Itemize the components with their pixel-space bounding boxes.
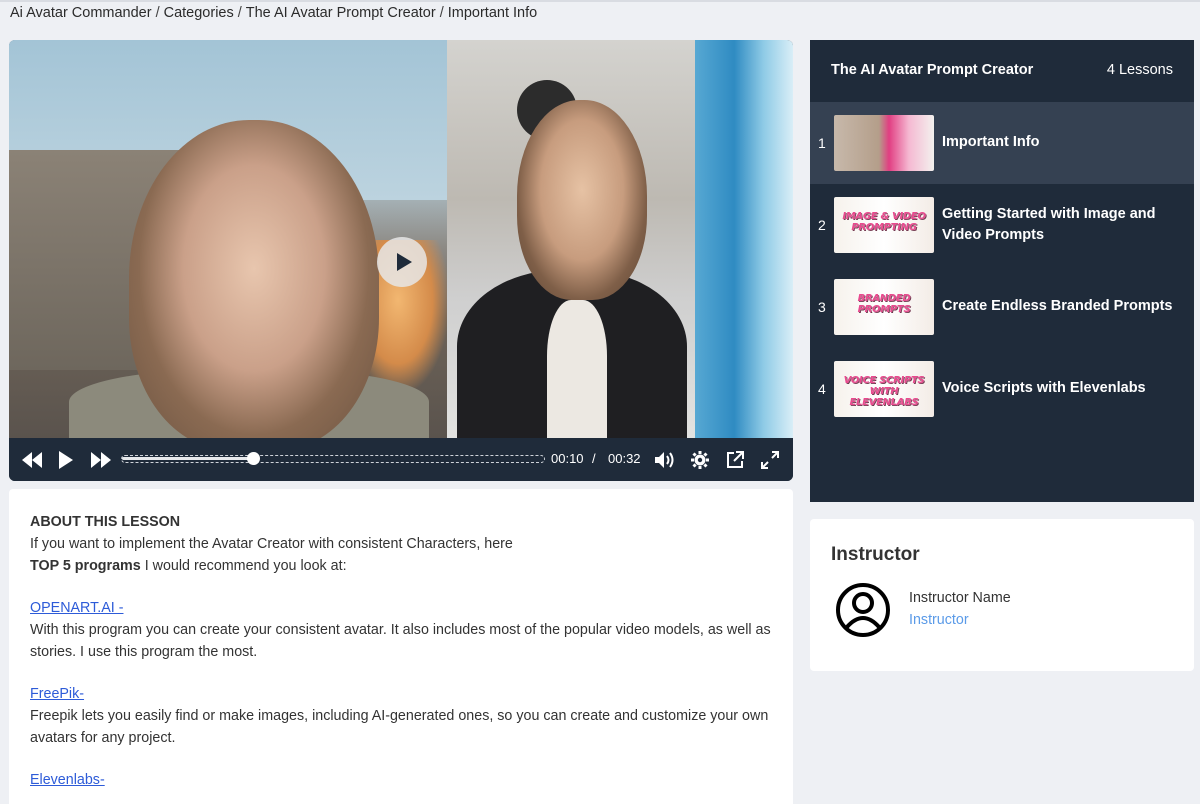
lesson-number: 2	[818, 217, 826, 233]
breadcrumb-separator: /	[439, 5, 444, 21]
video-frame-right	[695, 40, 793, 438]
user-circle-icon	[836, 583, 890, 637]
instructor-role[interactable]: Instructor	[909, 612, 969, 628]
seek-bar[interactable]	[121, 452, 545, 465]
instructor-card: Instructor Instructor Name Instructor	[810, 519, 1194, 671]
lesson-number: 4	[818, 381, 826, 397]
popout-icon	[727, 451, 744, 468]
lesson-intro: If you want to implement the Avatar Crea…	[30, 536, 513, 552]
lesson-thumbnail: VOICE SCRIPTS WITH ELEVENLABS	[834, 361, 934, 417]
fast-forward-button[interactable]	[90, 449, 112, 471]
playlist-item-4[interactable]: 4 VOICE SCRIPTS WITH ELEVENLABS Voice Sc…	[810, 348, 1194, 430]
breadcrumb-item-categories[interactable]: Categories	[164, 5, 234, 21]
volume-icon	[655, 452, 674, 468]
lesson-title: Create Endless Branded Prompts	[942, 298, 1173, 314]
fullscreen-icon	[761, 451, 779, 469]
video-frame-middle	[447, 40, 695, 440]
program-link-freepik[interactable]: FreePik-	[30, 683, 84, 705]
center-play-button[interactable]	[377, 237, 427, 287]
program-link-openart[interactable]: OPENART.AI -	[30, 597, 123, 619]
lesson-thumbnail: IMAGE & VIDEO PROMPTING	[834, 197, 934, 253]
thumbnail-text: BRANDED PROMPTS	[857, 293, 911, 315]
instructor-name: Instructor Name	[909, 590, 1011, 606]
lesson-heading: ABOUT THIS LESSON	[30, 514, 181, 530]
lesson-thumbnail: BRANDED PROMPTS	[834, 279, 934, 335]
thumbnail-text: VOICE SCRIPTS WITH ELEVENLABS	[843, 375, 925, 408]
program-description-openart: With this program you can create your co…	[30, 622, 771, 660]
video-player[interactable]: 00:10 / 00:32	[9, 40, 793, 481]
breadcrumb: Ai Avatar Commander / Categories / The AI Av…	[10, 5, 537, 21]
settings-button[interactable]	[689, 449, 711, 471]
fast-forward-icon	[91, 452, 111, 468]
lesson-number: 1	[818, 135, 826, 151]
play-icon	[59, 451, 73, 469]
top-programs-bold: TOP 5 programs	[30, 558, 141, 574]
program-description-freepik: Freepik lets you easily find or make ima…	[30, 708, 769, 746]
lesson-top-programs: TOP 5 programs I would recommend you loo…	[30, 555, 772, 577]
playlist-item-3[interactable]: 3 BRANDED PROMPTS Create Endless Branded…	[810, 266, 1194, 348]
playlist-item-2[interactable]: 2 IMAGE & VIDEO PROMPTING Getting Starte…	[810, 184, 1194, 266]
instructor-heading: Instructor	[831, 544, 920, 565]
video-frame-left	[9, 40, 447, 450]
playlist-item-1[interactable]: 1 Important Info	[810, 102, 1194, 184]
lesson-playlist: The AI Avatar Prompt Creator 4 Lessons 1…	[810, 40, 1194, 502]
top-divider	[0, 0, 1200, 2]
lesson-number: 3	[818, 299, 826, 315]
program-link-elevenlabs[interactable]: Elevenlabs-	[30, 769, 105, 791]
lesson-count: 4 Lessons	[1106, 62, 1173, 78]
thumbnail-text: IMAGE & VIDEO PROMPTING	[842, 211, 926, 233]
volume-button[interactable]	[654, 449, 676, 471]
video-controls: 00:10 / 00:32	[9, 438, 793, 481]
breadcrumb-separator: /	[155, 5, 160, 21]
settings-icon	[691, 451, 709, 469]
seek-bar-fill	[122, 457, 253, 460]
duration: 00:32	[608, 451, 641, 466]
breadcrumb-item-course[interactable]: Ai Avatar Commander	[10, 5, 152, 21]
playlist-header: The AI Avatar Prompt Creator 4 Lessons	[810, 40, 1194, 102]
popout-button[interactable]	[724, 449, 746, 471]
play-button[interactable]	[55, 449, 77, 471]
play-icon	[396, 253, 412, 271]
breadcrumb-item-current: Important Info	[447, 5, 538, 21]
lesson-thumbnail	[834, 115, 934, 171]
seek-bar-handle[interactable]	[246, 452, 260, 465]
rewind-button[interactable]	[21, 449, 43, 471]
fullscreen-button[interactable]	[759, 449, 781, 471]
rewind-icon	[22, 452, 42, 468]
lesson-title: Getting Started with Image and Video Pro…	[942, 206, 1156, 243]
lesson-title: Important Info	[942, 134, 1040, 150]
breadcrumb-separator: /	[237, 5, 242, 21]
breadcrumb-item-category[interactable]: The AI Avatar Prompt Creator	[246, 5, 436, 21]
top-programs-rest: I would recommend you look at:	[140, 558, 347, 574]
lesson-description-card: ABOUT THIS LESSON If you want to impleme…	[9, 489, 793, 804]
playlist-title: The AI Avatar Prompt Creator	[831, 62, 1034, 78]
lesson-title: Voice Scripts with Elevenlabs	[942, 380, 1146, 396]
current-time: 00:10	[551, 451, 584, 466]
time-separator: /	[592, 451, 596, 466]
